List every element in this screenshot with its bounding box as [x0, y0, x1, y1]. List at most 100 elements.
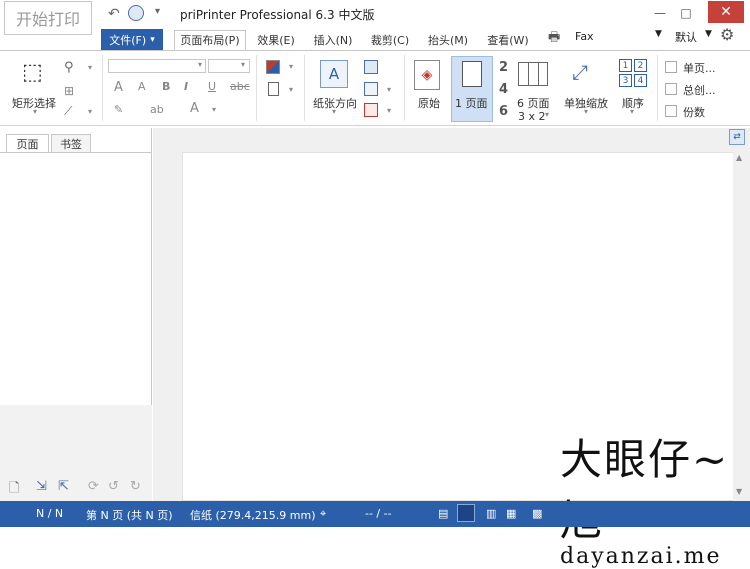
six-pages-num-icon[interactable]: 6 [499, 104, 508, 119]
color-mode-dropdown-icon[interactable]: ▾ [289, 62, 293, 71]
page-size-dropdown-icon[interactable]: ▾ [387, 106, 391, 115]
tab-header[interactable]: 抬头(M) [424, 30, 472, 50]
tab-crop[interactable]: 裁剪(C) [367, 30, 413, 50]
preset-name[interactable]: 默认 [675, 29, 697, 45]
tab-bookmarks[interactable]: 书签 [51, 134, 91, 152]
margins-dropdown-icon[interactable]: ▾ [387, 85, 391, 94]
copies-checkbox[interactable] [665, 105, 677, 117]
four-pages-icon[interactable]: 4 [499, 82, 508, 97]
rect-select-icon[interactable]: ⬚ [22, 60, 50, 92]
font-name-dropdown-icon[interactable]: ▾ [198, 60, 202, 69]
file-menu-button[interactable]: 文件(F) ▾ [101, 29, 163, 50]
tab-pages[interactable]: 页面 [6, 134, 49, 152]
printer-dropdown-icon[interactable]: ▼ [655, 29, 662, 39]
find-dropdown-icon[interactable]: ▾ [88, 63, 92, 72]
six-pages-label[interactable]: 6 页面 [517, 95, 550, 111]
rect-select-dropdown-icon[interactable]: ▾ [33, 107, 37, 116]
individual-scale-icon[interactable]: ⤢ [572, 60, 600, 88]
underline-icon[interactable]: U [208, 80, 216, 93]
preset-dropdown-icon[interactable]: ▼ [705, 29, 712, 39]
printer-name: Fax [575, 30, 594, 43]
status-bar: N / N 第 N 页 (共 N 页) 信纸 (279.4,215.9 mm) … [0, 501, 750, 527]
printer-selector[interactable]: 🖶 Fax ▼ 默认 ▼ ⚙ [545, 25, 745, 47]
rotate-left-icon[interactable]: ↺ [108, 479, 119, 494]
view-single-page-button[interactable] [457, 504, 475, 522]
grow-font-icon[interactable]: A [114, 80, 123, 95]
add-file-icon[interactable]: 🗋 [9, 479, 19, 501]
original-layout-icon[interactable]: ◈ [414, 60, 440, 90]
original-layout-label[interactable]: 原始 [418, 95, 440, 111]
window-title: priPrinter Professional 6.3 中文版 [180, 8, 375, 22]
file-menu-label: 文件(F) [109, 33, 147, 47]
tab-effects[interactable]: 效果(E) [254, 30, 298, 50]
order-dropdown-icon[interactable]: ▾ [630, 107, 634, 116]
six-pages-grid-icon[interactable] [518, 62, 548, 86]
add-image-icon[interactable]: ⊞ [64, 84, 74, 98]
font-name-combo[interactable] [108, 59, 206, 73]
italic-icon[interactable]: I [184, 80, 188, 93]
blank-page-icon[interactable] [268, 82, 279, 96]
order-cell-2: 2 [634, 59, 647, 72]
capture-icon[interactable] [128, 5, 144, 21]
page-setup-icon[interactable] [364, 60, 378, 74]
measure-dropdown-icon[interactable]: ▾ [88, 107, 92, 116]
bold-icon[interactable]: B [162, 80, 170, 93]
export-page-icon[interactable]: ⇱ [58, 479, 69, 494]
rotate-right-icon[interactable]: ↻ [130, 479, 141, 494]
order-icon[interactable]: 1 2 3 4 [619, 59, 649, 89]
measure-icon[interactable]: ⟋ [64, 104, 72, 119]
order-cell-1: 1 [619, 59, 632, 72]
paper-orientation-icon[interactable]: A [320, 60, 348, 88]
individual-scale-dropdown-icon[interactable]: ▾ [584, 107, 588, 116]
page-size-icon[interactable] [364, 103, 378, 117]
font-color-icon[interactable]: A [190, 101, 199, 116]
view-six-pages-icon[interactable]: ▩ [532, 507, 542, 520]
status-position: N / N [36, 507, 64, 520]
watermark-line2: dayanzai.me [560, 544, 722, 569]
single-page-label: 单页... [683, 62, 716, 75]
refresh-icon[interactable]: ⟳ [88, 479, 99, 494]
tab-page-layout[interactable]: 页面布局(P) [174, 30, 246, 50]
shrink-font-icon[interactable]: A [138, 80, 146, 93]
tab-insert[interactable]: 插入(N) [309, 30, 357, 50]
copies-label: 份数 [683, 106, 705, 119]
order-cell-3: 3 [619, 74, 632, 87]
status-paper: 信纸 (279.4,215.9 mm) [190, 509, 316, 522]
grid-size-label[interactable]: 3 x 2 [518, 110, 546, 123]
qat-dropdown-icon[interactable]: ▾ [155, 6, 160, 17]
scroll-up-icon[interactable]: ▲ [736, 153, 742, 162]
settings-gear-icon[interactable]: ⚙ [720, 25, 734, 44]
view-four-pages-icon[interactable]: ▦ [506, 507, 516, 520]
collate-checkbox[interactable] [665, 83, 677, 95]
view-mode-icon[interactable]: ▤ [438, 507, 448, 520]
printer-icon: 🖶 [548, 30, 561, 45]
font-color-dropdown-icon[interactable]: ▾ [212, 105, 216, 114]
highlight-icon[interactable]: ✎ [114, 103, 123, 116]
paper-orientation-dropdown-icon[interactable]: ▾ [332, 107, 336, 116]
tab-view[interactable]: 查看(W) [484, 30, 532, 50]
collate-label: 总创... [683, 84, 716, 97]
binoculars-icon[interactable]: ⚲ [64, 60, 74, 75]
status-coords: -- / -- [365, 507, 392, 520]
minimize-button[interactable]: — [650, 4, 670, 22]
text-effect-icon[interactable]: ab [150, 103, 164, 116]
blank-page-dropdown-icon[interactable]: ▾ [289, 85, 293, 94]
close-button[interactable]: ✕ [708, 1, 744, 23]
single-page-checkbox[interactable] [665, 61, 677, 73]
group-separator [256, 55, 257, 121]
grid-size-dropdown-icon[interactable]: ▾ [545, 110, 549, 119]
color-mode-icon[interactable] [266, 60, 280, 74]
panel-toggle-icon[interactable]: ⇄ [729, 129, 745, 145]
undo-icon[interactable]: ↶ [108, 6, 120, 22]
two-pages-icon[interactable]: 2 [499, 60, 508, 75]
watermark: 大眼仔~旭 dayanzai.me [560, 426, 750, 569]
crosshair-icon: ⌖ [320, 507, 327, 520]
strikethrough-icon[interactable]: abc [230, 80, 250, 93]
group-separator [657, 55, 658, 121]
view-two-pages-icon[interactable]: ▥ [486, 507, 496, 520]
panel-tab-divider [0, 152, 152, 153]
margins-icon[interactable] [364, 82, 378, 96]
maximize-button[interactable]: □ [676, 4, 696, 22]
import-page-icon[interactable]: ⇲ [36, 479, 47, 494]
font-size-dropdown-icon[interactable]: ▾ [241, 60, 245, 69]
